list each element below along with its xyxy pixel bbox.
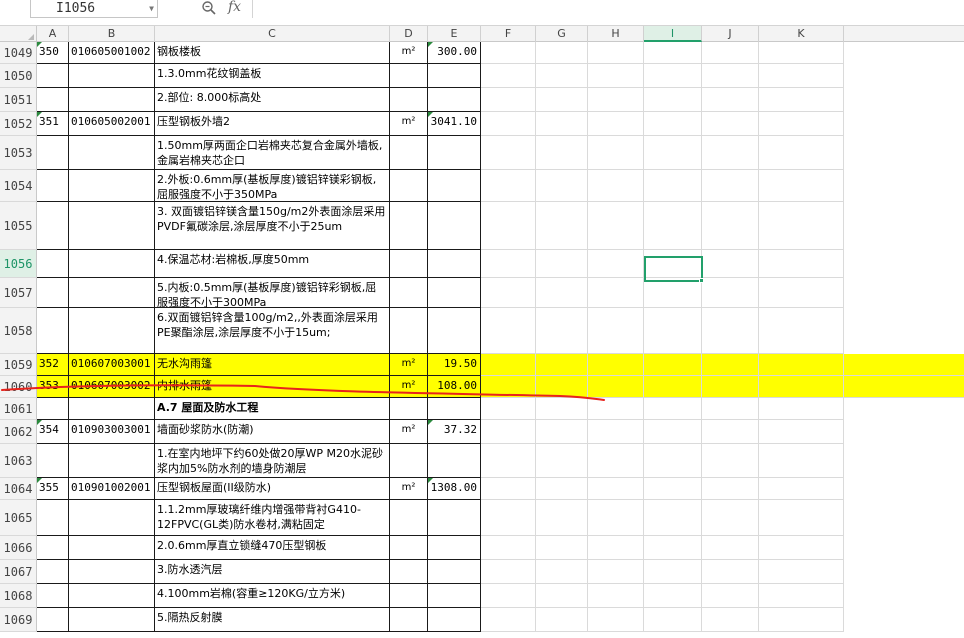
red-annotation-stroke (1, 384, 605, 401)
